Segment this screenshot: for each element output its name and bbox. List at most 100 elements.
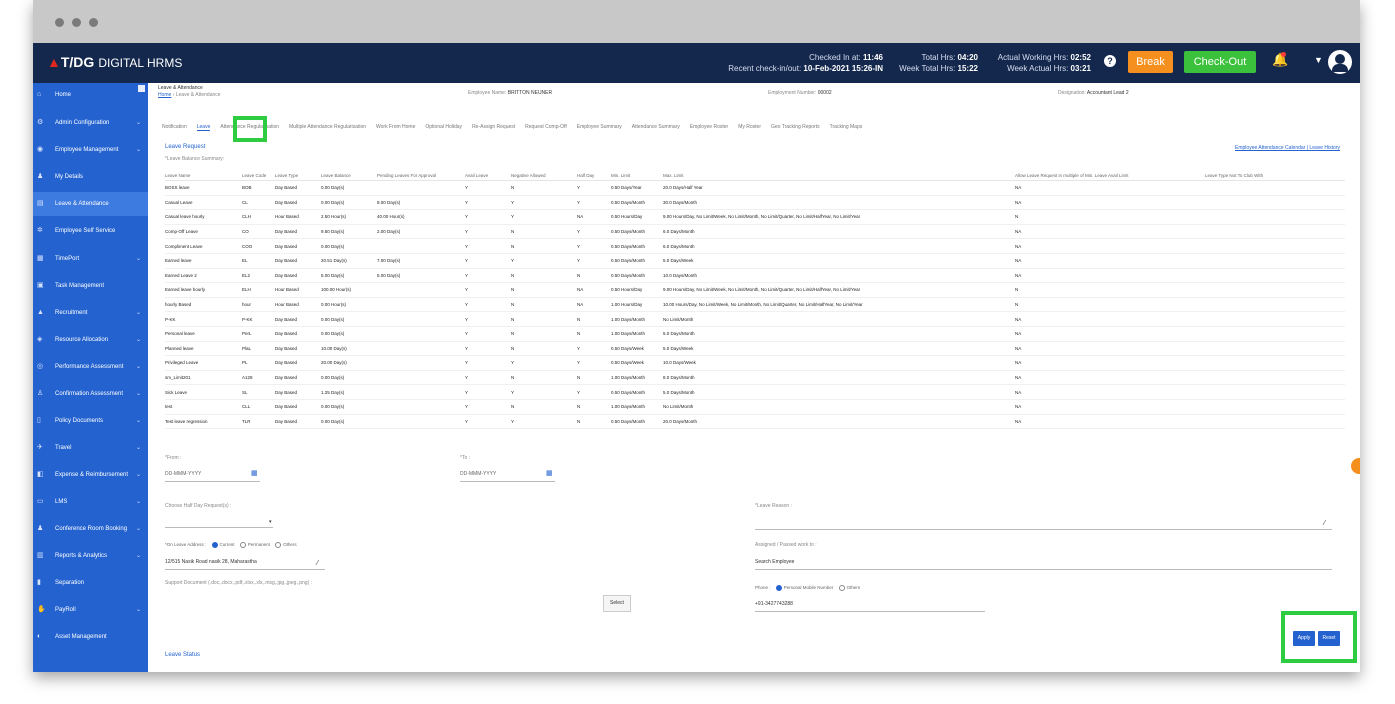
chevron-down-icon: ⌄ [136, 310, 142, 316]
table-cell: NA [1015, 370, 1205, 386]
table-cell: Y [465, 384, 511, 400]
on-leave-address-input[interactable]: 12/515 Nasik Road nasik 28, Maharastha [165, 559, 257, 565]
tab[interactable]: Re-Assign Request [472, 124, 515, 130]
table-cell: 0.00 Day(s) [321, 180, 377, 196]
radio-others[interactable] [275, 542, 282, 548]
half-day-select[interactable] [165, 527, 273, 528]
sidebar-item[interactable]: ◉ Employee Management ⌄ [33, 138, 148, 162]
break-button[interactable]: Break [1128, 51, 1173, 73]
radio-current-label: Current [219, 542, 235, 548]
calendar-icon[interactable]: ▦ [546, 470, 553, 477]
app-logo[interactable]: ▲T/DG DIGITAL HRMS [47, 54, 182, 70]
sidebar-item[interactable]: ✋ PayRoll ⌄ [33, 598, 148, 622]
table-cell [1205, 399, 1345, 415]
attendance-calendar-link[interactable]: Employee Attendance Calendar | Leave His… [1235, 145, 1340, 151]
sidebar-item[interactable]: ◧ Expense & Reimbursement ⌄ [33, 463, 148, 487]
reset-button[interactable]: Reset [1318, 631, 1340, 646]
sidebar-item[interactable]: ⌂ Home [33, 83, 148, 107]
tab[interactable]: Geo Tracking Reports [771, 124, 820, 130]
sidebar-item[interactable]: ◈ Resource Allocation ⌄ [33, 328, 148, 352]
chevron-down-icon[interactable]: ▼ [1314, 55, 1323, 65]
sidebar-item[interactable]: ✈ Travel ⌄ [33, 436, 148, 460]
table-cell: 0.00 Hour(s) [321, 297, 377, 313]
sidebar-item[interactable]: ◎ Performance Assessment ⌄ [33, 355, 148, 379]
user-avatar[interactable] [1328, 50, 1352, 74]
table-cell: Y [577, 253, 611, 269]
sidebar-item-label: Employee Self Service [55, 228, 116, 234]
sidebar-icon: ⚙ [37, 119, 44, 126]
window-dot-icon[interactable] [72, 18, 81, 27]
table-cell: COO [242, 238, 275, 254]
sidebar-item[interactable]: ▤ Leave & Attendance [33, 192, 148, 216]
sidebar-item[interactable]: ⚙ Admin Configuration ⌄ [33, 111, 148, 135]
table-cell: 0.50 Days/Month [611, 253, 663, 269]
sidebar-item[interactable]: ▯ Policy Documents ⌄ [33, 409, 148, 433]
table-cell: Y [465, 341, 511, 357]
leave-reason-input[interactable] [755, 529, 1332, 530]
chevron-down-icon[interactable]: ▾ [269, 519, 272, 525]
tab[interactable]: Request Comp-Off [525, 124, 567, 130]
leave-status-link[interactable]: Leave Status [165, 652, 200, 658]
search-employee-input[interactable]: Search Employee [755, 559, 794, 565]
radio-personal-mobile[interactable] [775, 585, 782, 591]
table-cell: Y [511, 209, 577, 225]
sidebar-item[interactable]: ▲ Recruitment ⌄ [33, 301, 148, 325]
table-cell: NA [1015, 414, 1205, 430]
tab[interactable]: Leave [196, 124, 211, 131]
chevron-down-icon: ⌄ [136, 120, 142, 126]
table-cell: N [577, 311, 611, 327]
tab[interactable]: Optional Holiday [425, 124, 462, 130]
recent-checkin-label: Recent check-in/out: [728, 64, 802, 73]
chevron-down-icon: ⌄ [136, 418, 142, 424]
sidebar-item[interactable]: ✲ Employee Self Service [33, 219, 148, 243]
tab[interactable]: Multiple Attendance Regularisation [289, 124, 366, 130]
sidebar-item[interactable]: ▣ Task Management [33, 274, 148, 298]
chevron-down-icon: ⌄ [136, 256, 142, 262]
tab[interactable]: Tracking Maps [830, 124, 863, 130]
tab[interactable]: Attendance Summary [632, 124, 680, 130]
table-cell: PlaL [242, 341, 275, 357]
column-header: Max. Limit [663, 171, 1015, 181]
radio-current[interactable] [211, 542, 218, 548]
sidebar-item[interactable]: ▦ TimePort ⌄ [33, 247, 148, 271]
apply-button[interactable]: Apply [1293, 631, 1315, 646]
sidebar-item-label: Home [55, 92, 72, 98]
table-cell: Earned Leave 2 [165, 268, 242, 284]
tab[interactable]: Employee Roster [690, 124, 728, 130]
radio-phone-others[interactable] [838, 585, 845, 591]
sidebar-item[interactable]: ▭ LMS ⌄ [33, 490, 148, 514]
tab[interactable]: My Roster [738, 124, 761, 130]
to-date-input[interactable]: DD-MMM-YYYY [460, 471, 496, 477]
window-dot-icon[interactable] [55, 18, 64, 27]
week-actual-label: Week Actual Hrs: [1007, 64, 1069, 73]
radio-permanent[interactable] [239, 542, 246, 548]
side-widget-tab[interactable] [1351, 458, 1360, 474]
resize-handle-icon[interactable]: ⁄ [317, 560, 318, 567]
resize-handle-icon[interactable]: ⁄ [1324, 520, 1325, 527]
tab[interactable]: Work From Home [376, 124, 415, 130]
tab[interactable]: Employee Summary [577, 124, 622, 130]
sidebar-item[interactable]: ♙ Confirmation Assessment ⌄ [33, 382, 148, 406]
select-file-button[interactable]: Select [603, 595, 631, 612]
from-date-input[interactable]: DD-MMM-YYYY [165, 471, 201, 477]
sidebar-item[interactable]: ▥ Reports & Analytics ⌄ [33, 544, 148, 568]
sidebar-icon: ▯ [37, 417, 41, 424]
phone-input[interactable]: +91-3427743288 [755, 601, 793, 607]
sidebar-item[interactable]: ▮ Separation [33, 571, 148, 595]
table-cell: Y [511, 384, 577, 400]
table-cell: BOSS leave [165, 180, 242, 196]
sidebar-item-label: Admin Configuration [55, 120, 110, 126]
table-cell: 5.00 Day(s) [377, 268, 465, 284]
tab[interactable]: Notification [162, 124, 187, 130]
sidebar-item[interactable]: ♟ Conference Room Booking ⌄ [33, 517, 148, 541]
sidebar-item[interactable]: ♟ My Details [33, 165, 148, 189]
checkout-button[interactable]: Check-Out [1184, 51, 1256, 73]
breadcrumb-home-link[interactable]: Home [158, 92, 171, 98]
help-icon[interactable]: ? [1104, 55, 1116, 67]
sidebar-item[interactable]: ◐ Asset Management [33, 625, 148, 649]
window-dot-icon[interactable] [89, 18, 98, 27]
table-cell: 0.00 Day(s) [321, 238, 377, 254]
calendar-icon[interactable]: ▦ [251, 470, 258, 477]
table-cell: 0.00 Day(s) [321, 311, 377, 327]
sidebar-icon: ◎ [37, 363, 44, 370]
